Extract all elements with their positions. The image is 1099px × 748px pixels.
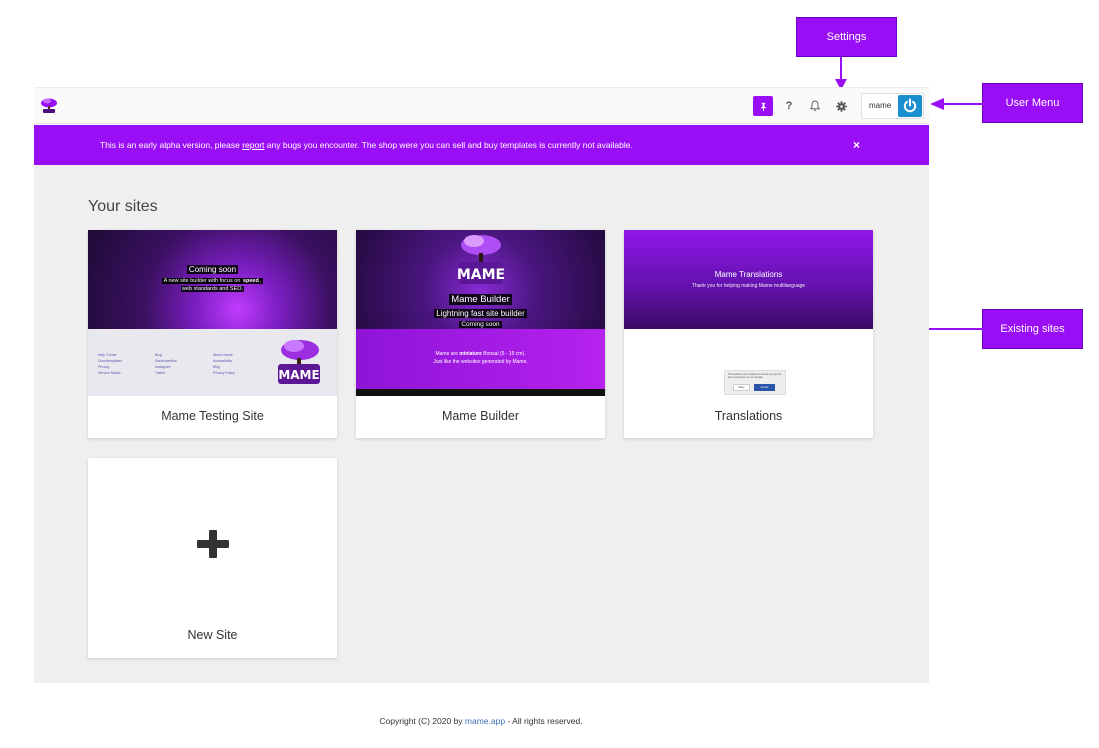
coming-soon-text: Coming soon — [459, 321, 502, 328]
pin-icon — [760, 102, 766, 111]
page-footer: Copyright (C) 2020 by mame.app - All rig… — [0, 716, 962, 726]
band-text-end: Bonsai (5 - 15 cm). — [481, 351, 526, 357]
settings-button[interactable] — [831, 96, 851, 116]
footer-link: Blog — [213, 365, 221, 369]
footer-link: Privacy Policy — [213, 371, 235, 375]
band-line-1: Mame are miniature Bonsai (5 - 15 cm). — [356, 351, 605, 357]
site-thumbnail: Coming soon A new site builder with focu… — [88, 230, 337, 396]
footer-link: About mame — [213, 353, 233, 357]
band-text-bold: miniature — [459, 351, 482, 357]
footer-link: Service Status — [98, 371, 121, 375]
new-site-card[interactable]: New Site — [88, 458, 337, 658]
thumbnail-title: Mame Builder — [356, 294, 605, 305]
thumbnail-title: Mame Translations — [714, 270, 783, 279]
footer-link: Help Center — [98, 353, 117, 357]
plus-icon — [197, 530, 229, 558]
footer-text-start: Copyright (C) 2020 by — [379, 716, 465, 726]
mame-logo-icon: MAME — [278, 340, 320, 384]
thumbnail-heading-text: Coming soon — [186, 265, 239, 274]
site-thumbnail: MAME Mame Builder Lightning fast site bu… — [356, 230, 605, 396]
mame-bonsai-logo-icon[interactable] — [40, 97, 58, 115]
footer-link: Twitter — [155, 371, 166, 375]
thumbnail-tagline-2: web standards and SEO. — [88, 286, 337, 292]
tagline-bold: speed — [242, 278, 259, 284]
user-menu-arrow — [930, 98, 983, 110]
report-link[interactable]: report — [242, 140, 264, 150]
tagline-2-text: web standards and SEO. — [180, 286, 245, 292]
settings-arrow — [835, 57, 847, 90]
svg-text:MAME: MAME — [457, 267, 505, 283]
username-label: mame — [869, 101, 892, 110]
existing-sites-annotation: Existing sites — [982, 309, 1083, 349]
mame-logo-icon: MAME — [457, 235, 505, 284]
user-menu[interactable]: mame — [861, 93, 924, 119]
footer-link: Stackoverflow — [155, 359, 177, 363]
cookie-accept-button: Accept — [754, 384, 775, 391]
footer-text-end: - All rights reserved. — [505, 716, 583, 726]
footer-link: Privacy — [98, 365, 110, 369]
alert-text-start: This is an early alpha version, please — [100, 140, 243, 150]
thumbnail-subtitle: Lightning fast site builder — [356, 309, 605, 318]
thumbnail-title-text: Mame Builder — [449, 294, 512, 305]
power-icon — [903, 98, 917, 113]
new-site-label: New Site — [187, 628, 238, 642]
site-name: Mame Builder — [441, 409, 520, 423]
gear-icon — [835, 100, 847, 112]
cookie-deny-button: Deny — [733, 384, 750, 391]
thumbnail-footer: Help Center Blog About mame Docs/templat… — [88, 329, 337, 396]
site-name: Mame Testing Site — [161, 409, 264, 423]
band-text-start: Mame are — [435, 351, 460, 357]
svg-text:MAME: MAME — [278, 368, 319, 382]
thumbnail-heading: Coming soon — [88, 265, 337, 274]
main-content: Your sites Coming soon A new site builde… — [34, 165, 929, 683]
user-menu-annotation: User Menu — [982, 83, 1083, 123]
settings-annotation-label: Settings — [826, 31, 867, 43]
footer-site-link[interactable]: mame.app — [465, 716, 505, 726]
band-line-2: Just like the websites generated by Mame… — [433, 359, 528, 365]
help-button[interactable]: ? — [779, 96, 799, 116]
site-thumbnail: Mame Translations Thank you for helping … — [624, 230, 873, 396]
cookie-banner-preview: This website uses cookies to ensure you … — [724, 370, 786, 395]
alert-text: This is an early alpha version, please r… — [100, 140, 633, 150]
tagline-start: A new site builder with focus on — [162, 278, 243, 284]
thumbnail-subtitle: Thank you for helping making Mame multil… — [691, 283, 806, 289]
site-card-mame-testing[interactable]: Coming soon A new site builder with focu… — [88, 230, 337, 438]
footer-link: Blog — [155, 353, 163, 357]
site-card-translations[interactable]: Mame Translations Thank you for helping … — [624, 230, 873, 438]
pin-button[interactable] — [753, 96, 773, 116]
close-icon[interactable]: × — [853, 138, 860, 152]
site-name: Translations — [714, 409, 783, 423]
site-card-mame-builder[interactable]: MAME Mame Builder Lightning fast site bu… — [356, 230, 605, 438]
existing-sites-annotation-label: Existing sites — [1000, 323, 1065, 335]
tagline-end: , — [258, 278, 263, 284]
logout-button[interactable] — [898, 95, 922, 117]
top-navbar: ? mame — [34, 87, 929, 124]
thumbnail-hero: Mame Translations Thank you for helping … — [624, 230, 873, 329]
alert-text-end: any bugs you encounter. The shop were yo… — [264, 140, 633, 150]
user-menu-annotation-label: User Menu — [1005, 97, 1060, 109]
help-icon: ? — [785, 100, 793, 112]
footer-link: Accessibility — [213, 359, 233, 363]
footer-link: Instagram — [155, 365, 171, 369]
alpha-alert-banner: This is an early alpha version, please r… — [34, 125, 929, 165]
settings-annotation: Settings — [796, 17, 897, 57]
thumbnail-hero: MAME Mame Builder Lightning fast site bu… — [356, 230, 605, 329]
bell-icon — [809, 100, 821, 111]
footer-link: Docs/templates — [98, 359, 123, 363]
thumbnail-subtitle-text: Lightning fast site builder — [434, 309, 527, 318]
notifications-button[interactable] — [805, 96, 825, 116]
thumbnail-hero: Coming soon A new site builder with focu… — [88, 230, 337, 329]
thumbnail-coming-soon: Coming soon — [356, 321, 605, 328]
thumbnail-band: Mame are miniature Bonsai (5 - 15 cm). J… — [356, 329, 605, 389]
page-title: Your sites — [88, 198, 158, 215]
cookie-text: This website uses cookies to ensure you … — [728, 373, 782, 379]
thumbnail-tagline: A new site builder with focus on speed, — [88, 278, 337, 284]
video-strip — [356, 389, 605, 396]
